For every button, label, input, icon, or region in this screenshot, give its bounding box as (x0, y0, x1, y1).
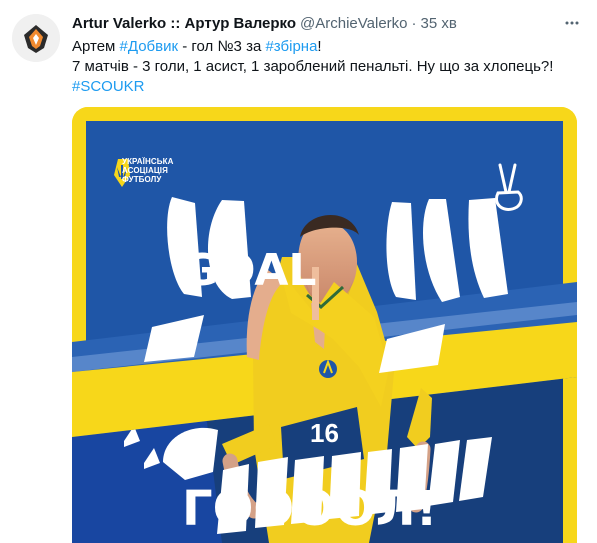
tweet-line-1: Артем #Добвик - гол №3 за #збірна! (72, 37, 587, 57)
tweet-media-image[interactable]: GOAL ГООООЛ! 16 УКРАЇНСЬКА АСОЦІАЦІЯ ФУТ… (72, 107, 577, 543)
tweet-text-part: - гол №3 за (178, 38, 266, 55)
badge-line-3: ФУТБОЛУ (122, 175, 162, 184)
goal-heading-top: GOAL (182, 245, 316, 296)
badge-line-2: АСОЦІАЦІЯ (122, 166, 168, 175)
tweet-text-part: ! (317, 38, 322, 55)
goal-heading-bottom: ГООООЛ! (182, 481, 438, 537)
tweet-text-part: Артем (72, 38, 120, 55)
hashtag-dobvyk[interactable]: #Добвик (120, 38, 179, 55)
hashtag-zbirna[interactable]: #збірна (265, 38, 317, 55)
more-horizontal-icon[interactable] (559, 10, 585, 36)
avatar-image (12, 14, 60, 62)
author-name[interactable]: Artur Valerko :: Артур Валерко (72, 15, 296, 32)
goal-minute: 16 (310, 418, 339, 448)
author-handle[interactable]: @ArchieValerko (300, 15, 408, 32)
tweet-text: Артем #Добвик - гол №3 за #збірна! 7 мат… (72, 37, 587, 97)
hashtag-scoukr[interactable]: #SCOUKR (72, 77, 587, 97)
profile-avatar[interactable] (12, 14, 60, 62)
uaf-badge: УКРАЇНСЬКА АСОЦІАЦІЯ ФУТБОЛУ (122, 157, 247, 192)
tweet-header: Artur Valerko :: Артур Валерко @ArchieVa… (72, 13, 587, 33)
badge-line-1: УКРАЇНСЬКА (122, 157, 174, 166)
tweet-card[interactable]: Artur Valerko :: Артур Валерко @ArchieVa… (0, 0, 597, 543)
tweet-time[interactable]: 35 хв (421, 15, 457, 32)
separator-dot: · (411, 14, 417, 32)
tweet-line-2: 7 матчів - 3 голи, 1 асист, 1 зароблений… (72, 58, 554, 75)
